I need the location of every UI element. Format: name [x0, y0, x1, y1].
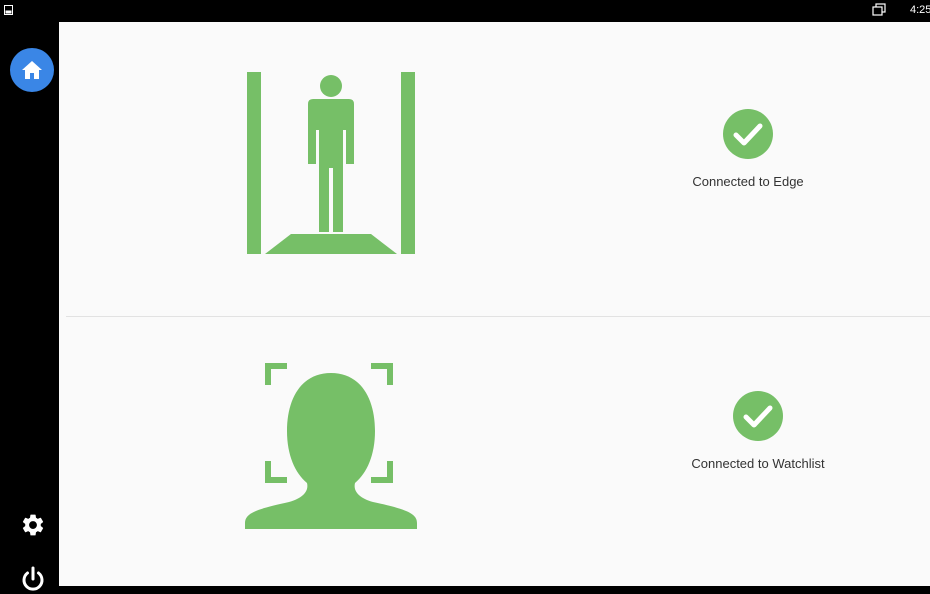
window-restore-icon [872, 3, 886, 16]
section-divider [66, 316, 930, 317]
power-icon[interactable] [20, 566, 46, 594]
body-scanner-icon [247, 72, 415, 254]
sidebar [0, 22, 59, 591]
watchlist-status-label: Connected to Watchlist [691, 456, 825, 471]
face-scan-icon [245, 363, 417, 529]
check-circle-icon [733, 391, 783, 441]
status-bar: 4:25 [0, 0, 930, 22]
home-icon [22, 61, 42, 79]
main-panel: Connected to Edge Connected to Watchlist [59, 22, 930, 586]
status-time: 4:25 [910, 4, 930, 16]
notification-icon [4, 5, 13, 15]
edge-status-label: Connected to Edge [692, 174, 804, 189]
home-button[interactable] [10, 48, 54, 92]
watchlist-status: Connected to Watchlist [648, 391, 868, 471]
gear-icon[interactable] [20, 512, 46, 538]
edge-status: Connected to Edge [638, 109, 858, 189]
check-circle-icon [723, 109, 773, 159]
